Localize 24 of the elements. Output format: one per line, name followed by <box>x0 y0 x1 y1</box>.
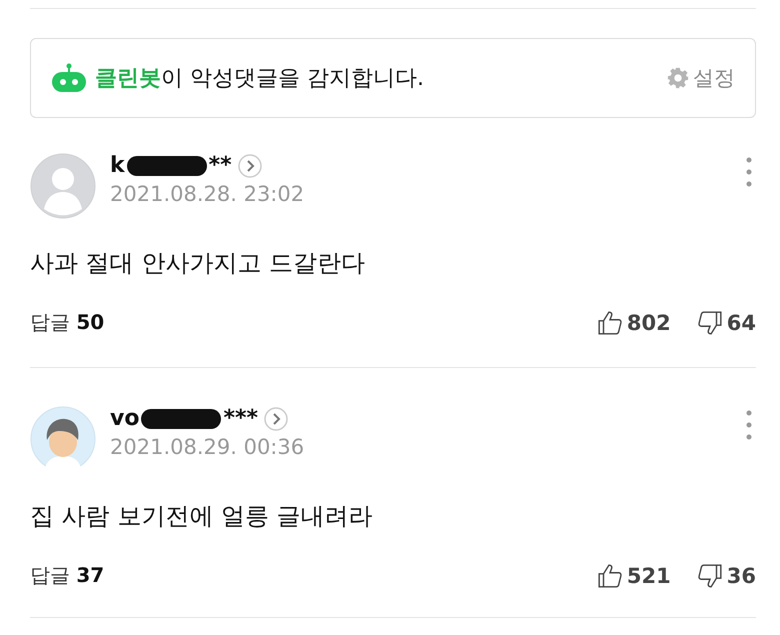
comment-text: 집 사람 보기전에 얼릉 글내려라 <box>30 501 374 532</box>
settings-icon <box>667 67 689 89</box>
reply-button[interactable]: 답글 50 <box>30 309 104 336</box>
thumbs-down-icon <box>696 310 723 336</box>
thumbs-down-icon <box>696 562 723 588</box>
comment-date: 2021.08.29. 00:36 <box>110 435 306 459</box>
settings-button[interactable]: 설정 <box>667 64 735 92</box>
chevron-right-icon[interactable] <box>238 154 262 178</box>
dislike-button[interactable]: 64 <box>696 310 756 336</box>
username[interactable]: vo *** <box>110 406 258 431</box>
thumbs-up-icon <box>596 562 623 588</box>
like-button[interactable]: 521 <box>596 562 671 588</box>
comment-date: 2021.08.28. 23:02 <box>110 182 306 206</box>
more-options-icon[interactable] <box>746 157 752 187</box>
comment-text: 사과 절대 안사가지고 드갈란다 <box>30 248 366 279</box>
chevron-right-icon[interactable] <box>264 406 288 430</box>
reply-button[interactable]: 답글 37 <box>30 562 104 589</box>
dislike-button[interactable]: 36 <box>696 562 756 588</box>
like-button[interactable]: 802 <box>596 310 671 336</box>
cleanbot-message: 클린봇이 악성댓글을 감지합니다. <box>95 65 425 93</box>
thumbs-up-icon <box>596 310 623 336</box>
more-options-icon[interactable] <box>746 410 752 440</box>
avatar[interactable] <box>30 406 96 472</box>
robot-icon <box>51 63 87 93</box>
